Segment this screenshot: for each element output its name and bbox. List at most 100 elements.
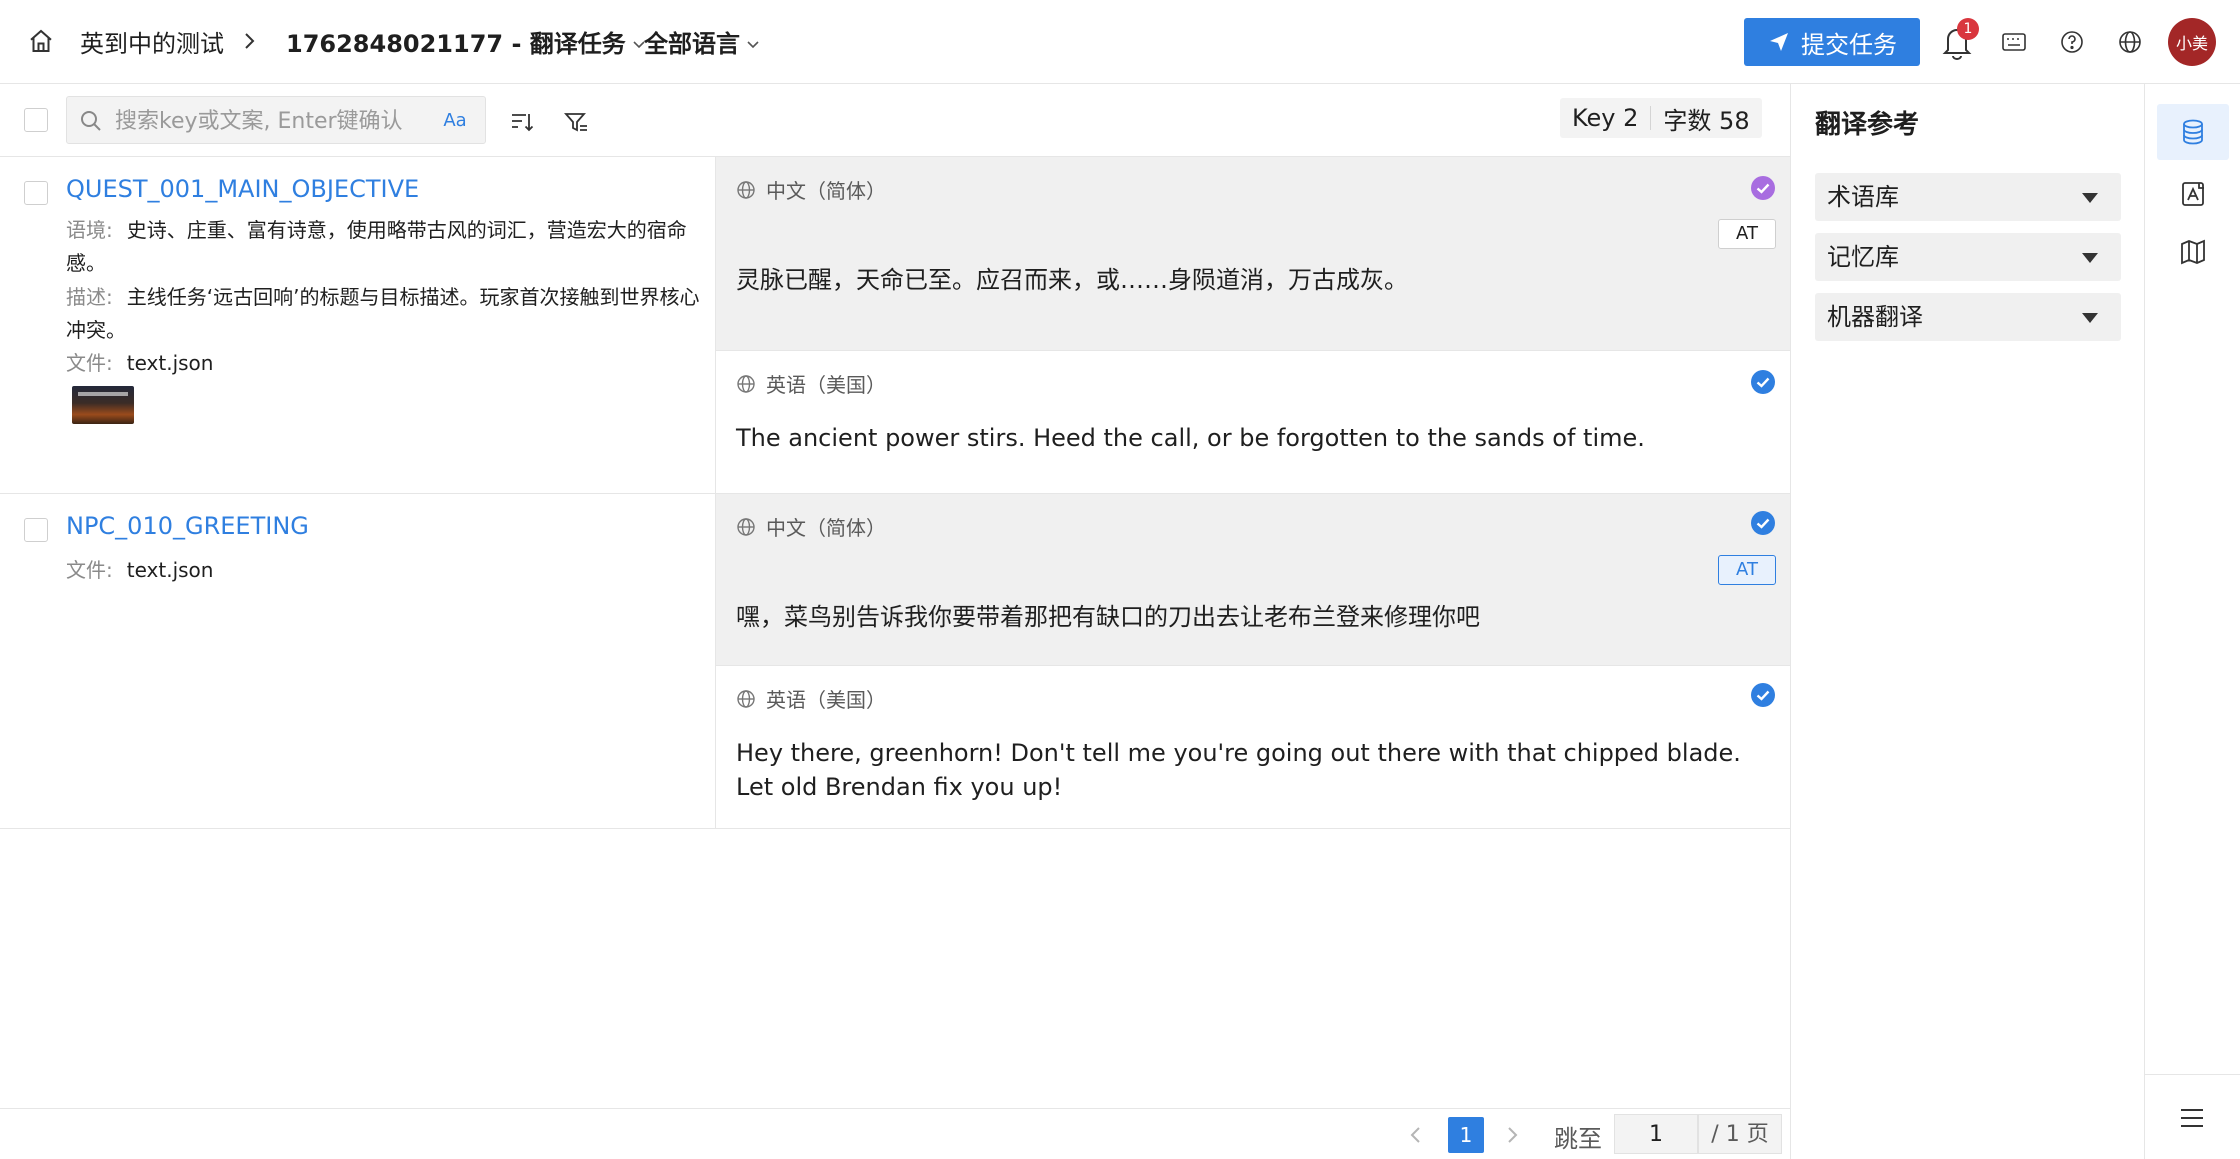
submit-task-label: 提交任务	[1801, 30, 1897, 59]
page-button-current[interactable]: 1	[1448, 1117, 1484, 1153]
chevron-right-icon[interactable]	[1502, 1123, 1522, 1147]
file-name: text.json	[126, 351, 214, 375]
home-icon[interactable]	[26, 26, 56, 56]
check-circle-icon	[1751, 511, 1775, 535]
keyboard-icon[interactable]	[2000, 28, 2028, 56]
source-segment[interactable]: 中文（简体） AT 嘿，菜鸟别告诉我你要带着那把有缺口的刀出去让老布兰登来修理你…	[716, 494, 1790, 666]
total-pages: / 1 页	[1698, 1114, 1782, 1154]
key-count: Key 2	[1572, 104, 1639, 132]
machine-translation-label: 机器翻译	[1827, 303, 1923, 331]
translation-memory-dropdown[interactable]: 记忆库	[1815, 233, 2121, 281]
search-icon	[81, 111, 101, 131]
database-icon	[2183, 119, 2203, 145]
jump-to-label: 跳至	[1554, 1125, 1602, 1153]
segment-text: Hey there, greenhorn! Don't tell me you'…	[736, 739, 1741, 801]
at-badge[interactable]: AT	[1718, 555, 1776, 585]
caret-down-icon	[2082, 193, 2098, 203]
breadcrumb-project[interactable]: 英到中的测试	[80, 24, 224, 59]
send-icon	[1770, 33, 1788, 51]
help-icon[interactable]	[2058, 28, 2086, 56]
globe-icon	[737, 374, 755, 393]
key-info-cell: QUEST_001_MAIN_OBJECTIVE 语境: 史诗、庄重、富有诗意，使…	[0, 157, 716, 493]
screenshot-thumbnail[interactable]	[72, 386, 134, 424]
top-header: 英到中的测试 1762848021177 - 翻译任务 全部语言 提交任务 1 …	[0, 0, 2240, 84]
search-input[interactable]	[115, 105, 421, 137]
file-line: 文件: text.json	[66, 554, 706, 587]
segment-language: 英语（美国）	[736, 684, 886, 713]
chevron-left-icon[interactable]	[1406, 1123, 1426, 1147]
breadcrumb-task-dropdown[interactable]: 1762848021177 - 翻译任务	[286, 24, 646, 59]
segment-language-label: 英语（美国）	[766, 373, 886, 397]
file-line: 文件: text.json	[66, 347, 706, 380]
globe-icon	[737, 180, 755, 199]
check-circle-icon	[1751, 176, 1775, 200]
globe-icon	[737, 517, 755, 536]
description-label: 描述:	[66, 285, 113, 309]
stats-summary: Key 2 字数 58	[1560, 98, 1762, 138]
table-row: NPC_010_GREETING 文件: text.json 中文（简体） AT …	[0, 494, 1790, 829]
description-line: 描述: 主线任务‘远古回响’的标题与目标描述。玩家首次接触到世界核心冲突。	[66, 281, 706, 347]
machine-translation-dropdown[interactable]: 机器翻译	[1815, 293, 2121, 341]
language-filter-dropdown[interactable]: 全部语言	[644, 24, 760, 59]
rail-map-button[interactable]	[2157, 224, 2229, 280]
panel-title: 翻译参考	[1815, 110, 1920, 140]
segment-text: 嘿，菜鸟别告诉我你要带着那把有缺口的刀出去让老布兰登来修理你吧	[736, 603, 1480, 631]
avatar[interactable]: 小美	[2168, 18, 2216, 66]
at-badge[interactable]: AT	[1718, 219, 1776, 249]
globe-icon[interactable]	[2116, 28, 2144, 56]
chevron-right-icon	[245, 33, 255, 49]
file-label: 文件:	[66, 351, 113, 375]
context-label: 语境:	[66, 218, 113, 242]
caret-down-icon	[2082, 313, 2098, 323]
ai-document-icon	[2182, 182, 2204, 206]
task-name: 1762848021177 - 翻译任务	[286, 30, 626, 58]
submit-task-button[interactable]: 提交任务	[1744, 18, 1920, 66]
segment-text: 灵脉已醒，天命已至。应召而来，或……身陨道消，万古成灰。	[736, 266, 1408, 294]
key-link[interactable]: NPC_010_GREETING	[66, 512, 309, 540]
description-text: 主线任务‘远古回响’的标题与目标描述。玩家首次接触到世界核心冲突。	[66, 285, 700, 342]
termbase-dropdown[interactable]: 术语库	[1815, 173, 2121, 221]
segment-language-label: 中文（简体）	[766, 179, 886, 203]
pagination: 1 跳至 / 1 页	[0, 1108, 1790, 1159]
check-circle-icon	[1751, 683, 1775, 707]
segment-text: The ancient power stirs. Heed the call, …	[736, 424, 1645, 452]
target-segment[interactable]: 英语（美国） The ancient power stirs. Heed the…	[716, 351, 1790, 494]
row-checkbox[interactable]	[24, 181, 48, 205]
segment-language: 英语（美国）	[736, 369, 886, 398]
sort-icon[interactable]	[508, 108, 536, 136]
search-box: Aa	[66, 96, 486, 144]
rail-database-button[interactable]	[2157, 104, 2229, 160]
key-info-cell: NPC_010_GREETING 文件: text.json	[0, 494, 716, 828]
word-count: 字数 58	[1663, 106, 1750, 135]
key-link[interactable]: QUEST_001_MAIN_OBJECTIVE	[66, 175, 419, 203]
table-row: QUEST_001_MAIN_OBJECTIVE 语境: 史诗、庄重、富有诗意，使…	[0, 157, 1790, 494]
filter-icon[interactable]	[562, 108, 590, 136]
termbase-label: 术语库	[1827, 183, 1899, 211]
file-name: text.json	[126, 558, 214, 582]
segment-language: 中文（简体）	[736, 512, 886, 541]
menu-icon[interactable]	[2177, 1103, 2207, 1133]
rail-ai-document-button[interactable]	[2157, 166, 2229, 222]
map-icon	[2181, 239, 2205, 265]
caret-down-icon	[2082, 253, 2098, 263]
language-filter-label: 全部语言	[644, 30, 740, 58]
translation-reference-panel: 翻译参考 术语库 记忆库 机器翻译	[1790, 84, 2144, 1159]
segment-language: 中文（简体）	[736, 175, 886, 204]
globe-icon	[737, 689, 755, 708]
context-line: 语境: 史诗、庄重、富有诗意，使用略带古风的词汇，营造宏大的宿命感。	[66, 214, 706, 280]
check-circle-icon	[1751, 370, 1775, 394]
file-label: 文件:	[66, 558, 113, 582]
segment-language-label: 中文（简体）	[766, 516, 886, 540]
notification-badge: 1	[1957, 18, 1979, 40]
page-jump-input[interactable]	[1614, 1114, 1698, 1154]
context-text: 史诗、庄重、富有诗意，使用略带古风的词汇，营造宏大的宿命感。	[66, 218, 687, 275]
match-case-toggle[interactable]: Aa	[437, 107, 473, 135]
translation-memory-label: 记忆库	[1827, 243, 1899, 271]
row-checkbox[interactable]	[24, 518, 48, 542]
target-segment[interactable]: 英语（美国） Hey there, greenhorn! Don't tell …	[716, 666, 1790, 829]
right-icon-rail	[2144, 84, 2240, 1159]
chevron-down-icon	[747, 41, 759, 49]
select-all-checkbox[interactable]	[24, 108, 48, 132]
source-segment[interactable]: 中文（简体） AT 灵脉已醒，天命已至。应召而来，或……身陨道消，万古成灰。	[716, 157, 1790, 351]
list-toolbar: Aa Key 2 字数 58	[0, 84, 1790, 157]
